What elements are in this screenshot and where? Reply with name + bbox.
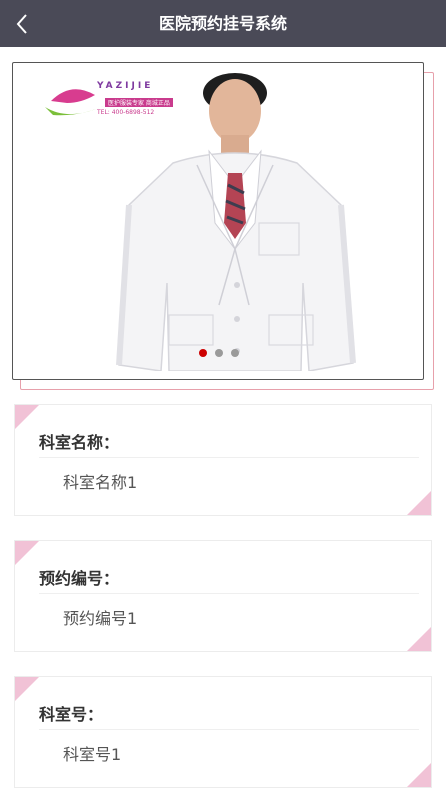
field-label: 预约编号：: [39, 569, 120, 588]
carousel-indicators: [199, 349, 239, 357]
doctor-coat-image: [23, 73, 415, 371]
app-header: 医院预约挂号系统: [0, 0, 446, 47]
field-label: 科室号：: [39, 705, 104, 724]
page-title: 医院预约挂号系统: [158, 14, 287, 33]
carousel-dot-1[interactable]: [199, 349, 207, 357]
image-carousel[interactable]: YAZIJIE 医护服装专家 商城正品 TEL: 400-6898-512: [12, 62, 434, 390]
field-value: 科室号1: [63, 745, 122, 764]
field-value: 预约编号1: [63, 609, 138, 628]
info-card-appointment-number: 预约编号： 预约编号1: [14, 540, 432, 652]
corner-decoration: [15, 541, 39, 565]
corner-decoration: [407, 763, 431, 787]
brand-slogan: 医护服装专家 商城正品: [105, 98, 173, 107]
brand-logo: YAZIJIE: [97, 81, 154, 91]
carousel-dot-2[interactable]: [215, 349, 223, 357]
info-card-room-number: 科室号： 科室号1: [14, 676, 432, 788]
field-label: 科室名称：: [39, 433, 120, 452]
corner-decoration: [15, 677, 39, 701]
corner-decoration: [407, 627, 431, 651]
carousel-dot-3[interactable]: [231, 349, 239, 357]
divider: [39, 457, 419, 458]
divider: [39, 593, 419, 594]
info-card-department-name: 科室名称： 科室名称1: [14, 404, 432, 516]
corner-decoration: [15, 405, 39, 429]
brand-phone: TEL: 400-6898-512: [97, 109, 155, 116]
divider: [39, 729, 419, 730]
corner-decoration: [407, 491, 431, 515]
carousel-slide[interactable]: YAZIJIE 医护服装专家 商城正品 TEL: 400-6898-512: [12, 62, 424, 380]
field-value: 科室名称1: [63, 473, 138, 492]
